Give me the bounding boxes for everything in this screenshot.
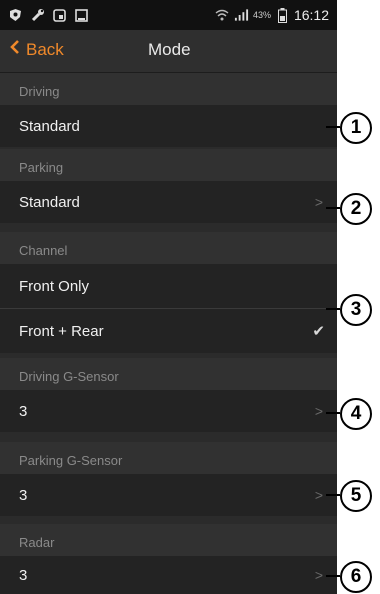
parking-mode-value: Standard	[19, 193, 80, 211]
channel-option-front-only[interactable]: Front Only	[0, 264, 337, 308]
callout-1: 1	[340, 112, 372, 144]
status-right: 43% 16:12	[215, 7, 329, 23]
parking-gsensor-row[interactable]: 3 >	[0, 474, 337, 516]
section-label-radar: Radar	[0, 524, 337, 556]
section-label-channel: Channel	[0, 232, 337, 264]
parking-mode-row[interactable]: Standard >	[0, 181, 337, 223]
phone-screen: 43% 16:12 Back Mode Driving Standard Par…	[0, 0, 337, 594]
shield-icon	[8, 8, 23, 23]
checkmark-icon: ✔	[312, 323, 325, 340]
driving-gsensor-row[interactable]: 3 >	[0, 390, 337, 432]
chevron-right-icon: >	[314, 487, 323, 503]
status-icons	[8, 8, 89, 23]
signal-icon	[234, 8, 249, 23]
wifi-icon	[215, 8, 230, 23]
callout-leader	[326, 575, 340, 577]
clock: 16:12	[293, 7, 329, 23]
section-label-parking-gsensor: Parking G-Sensor	[0, 442, 337, 474]
section-label-parking: Parking	[0, 149, 337, 181]
status-bar: 43% 16:12	[0, 0, 337, 30]
driving-mode-row[interactable]: Standard	[0, 105, 337, 147]
page-title: Mode	[148, 40, 191, 59]
battery-percent: 43%	[252, 10, 271, 20]
chevron-right-icon: >	[314, 403, 323, 419]
section-label-driving-gsensor: Driving G-Sensor	[0, 358, 337, 390]
driving-gsensor-value: 3	[19, 402, 28, 420]
callout-leader	[326, 308, 340, 310]
callout-5: 5	[340, 480, 372, 512]
callout-3: 3	[340, 294, 372, 326]
battery-icon	[275, 7, 290, 23]
radar-row[interactable]: 3 >	[0, 556, 337, 594]
header: Back Mode	[0, 30, 337, 73]
callout-leader	[326, 126, 340, 128]
parking-gsensor-value: 3	[19, 486, 28, 504]
chevron-right-icon: >	[314, 567, 323, 583]
chevron-right-icon: >	[314, 194, 323, 210]
callout-leader	[326, 412, 340, 414]
callout-2: 2	[340, 193, 372, 225]
screen-icon	[52, 8, 67, 23]
image-icon	[74, 8, 89, 23]
back-label: Back	[26, 39, 64, 59]
callout-leader	[326, 494, 340, 496]
section-label-driving: Driving	[0, 73, 337, 105]
channel-option-label: Front + Rear	[19, 322, 104, 340]
callout-4: 4	[340, 398, 372, 430]
radar-value: 3	[19, 566, 28, 584]
channel-option-label: Front Only	[19, 277, 90, 295]
back-button[interactable]: Back	[10, 39, 64, 60]
driving-mode-value: Standard	[19, 117, 80, 135]
channel-option-front-rear[interactable]: Front + Rear ✔	[0, 309, 337, 353]
callout-6: 6	[340, 561, 372, 593]
callout-leader	[326, 207, 340, 209]
chevron-left-icon	[10, 39, 20, 60]
wrench-icon	[30, 8, 45, 23]
